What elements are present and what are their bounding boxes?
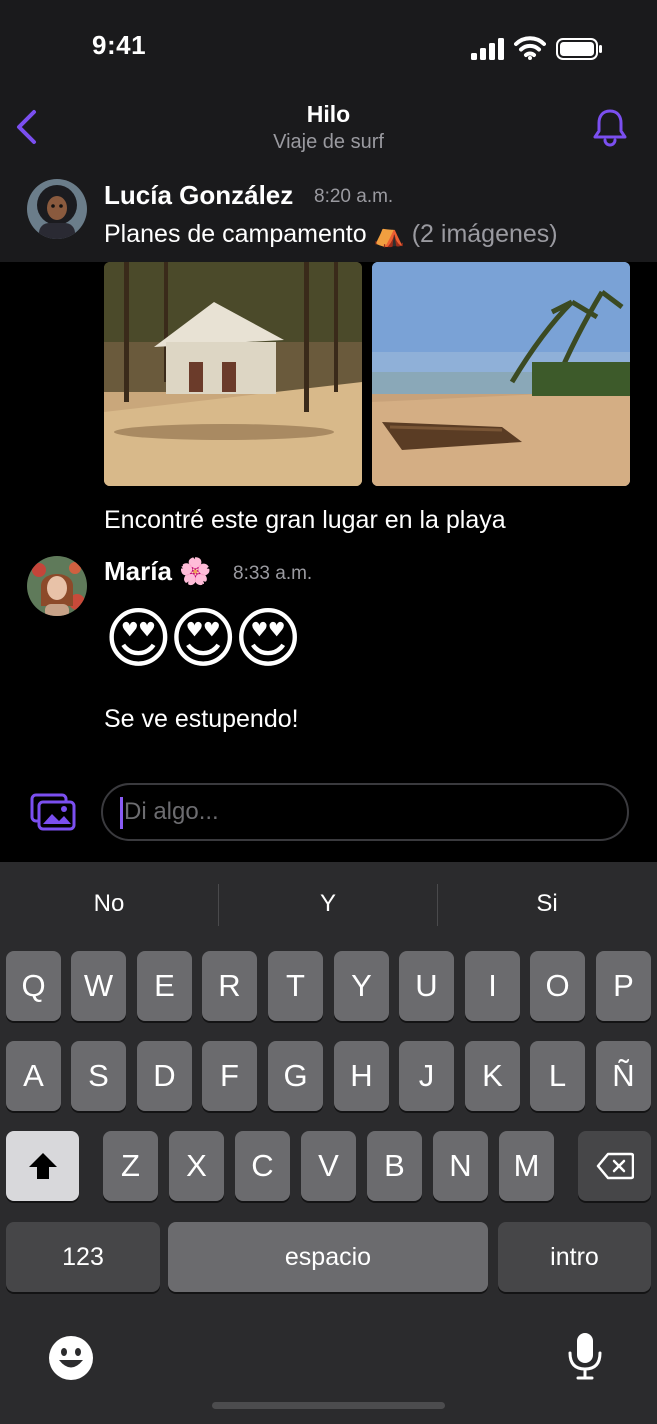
suggestion-3[interactable]: Si [438, 890, 656, 918]
key-x[interactable]: X [169, 1131, 224, 1201]
key-l[interactable]: L [530, 1041, 585, 1111]
photo-gallery-icon[interactable] [30, 793, 76, 831]
suggestion-2[interactable]: Y [219, 890, 437, 918]
return-key[interactable]: intro [498, 1222, 651, 1292]
tent-emoji: ⛺ [373, 220, 405, 248]
key-z[interactable]: Z [103, 1131, 158, 1201]
cellular-signal-icon [471, 38, 504, 60]
shift-key[interactable] [6, 1131, 79, 1201]
wifi-icon [514, 36, 546, 60]
heart-eyes-emojis: 😍😍😍 [104, 601, 302, 675]
numbers-key[interactable]: 123 [6, 1222, 160, 1292]
key-c[interactable]: C [235, 1131, 290, 1201]
thread-screen: 9:41 Hilo Viaje de surf Lucía González 8… [0, 0, 657, 1424]
author-avatar[interactable] [27, 179, 87, 239]
bell-icon[interactable] [590, 106, 630, 148]
key-k[interactable]: K [465, 1041, 520, 1111]
key-r[interactable]: R [202, 951, 257, 1021]
text-caret [120, 797, 123, 829]
key-y[interactable]: Y [334, 951, 389, 1021]
backspace-key[interactable] [578, 1131, 651, 1201]
key-s[interactable]: S [71, 1041, 126, 1111]
reply-avatar[interactable] [27, 556, 87, 616]
key-q[interactable]: Q [6, 951, 61, 1021]
attachment-count: (2 imágenes) [411, 220, 558, 248]
key-j[interactable]: J [399, 1041, 454, 1111]
photo-beach-boat[interactable] [372, 262, 630, 486]
key-d[interactable]: D [137, 1041, 192, 1111]
status-time: 9:41 [92, 30, 147, 60]
message-input-placeholder: Di algo... [124, 798, 219, 825]
battery-icon [556, 38, 602, 60]
flower-emoji: 🌸 [179, 556, 212, 586]
backspace-icon [596, 1152, 634, 1180]
key-f[interactable]: F [202, 1041, 257, 1111]
space-key[interactable]: espacio [168, 1222, 488, 1292]
parent-text: Planes de campamento [104, 220, 367, 248]
emoji-keyboard-icon[interactable] [48, 1335, 94, 1381]
key-o[interactable]: O [530, 951, 585, 1021]
reply-timestamp: 8:33 a.m. [233, 563, 313, 584]
reply-text: Se ve estupendo! [104, 705, 299, 733]
parent-author-name[interactable]: Lucía González [104, 180, 293, 211]
home-indicator[interactable] [212, 1402, 445, 1409]
caption-text: Encontré este gran lugar en la playa [104, 506, 506, 534]
key-h[interactable]: H [334, 1041, 389, 1111]
key-a[interactable]: A [6, 1041, 61, 1111]
parent-message-text: Planes de campamento ⛺ (2 imágenes) [104, 220, 558, 249]
photo-camp-tent[interactable] [104, 262, 362, 486]
key-g[interactable]: G [268, 1041, 323, 1111]
key-p[interactable]: P [596, 951, 651, 1021]
key-i[interactable]: I [465, 951, 520, 1021]
key-u[interactable]: U [399, 951, 454, 1021]
key-v[interactable]: V [301, 1131, 356, 1201]
microphone-icon[interactable] [566, 1331, 604, 1381]
header-title: Hilo [306, 101, 351, 127]
header-subtitle: Viaje de surf [273, 131, 384, 153]
parent-timestamp: 8:20 a.m. [314, 186, 394, 207]
key-e[interactable]: E [137, 951, 192, 1021]
reply-author-name: María [104, 556, 172, 586]
suggestion-1[interactable]: No [0, 890, 218, 918]
key-b[interactable]: B [367, 1131, 422, 1201]
reply-author[interactable]: María 🌸 [104, 556, 212, 587]
key-enye[interactable]: Ñ [596, 1041, 651, 1111]
key-w[interactable]: W [71, 951, 126, 1021]
shift-arrow-icon [28, 1153, 57, 1179]
key-n[interactable]: N [433, 1131, 488, 1201]
key-t[interactable]: T [268, 951, 323, 1021]
key-m[interactable]: M [499, 1131, 554, 1201]
